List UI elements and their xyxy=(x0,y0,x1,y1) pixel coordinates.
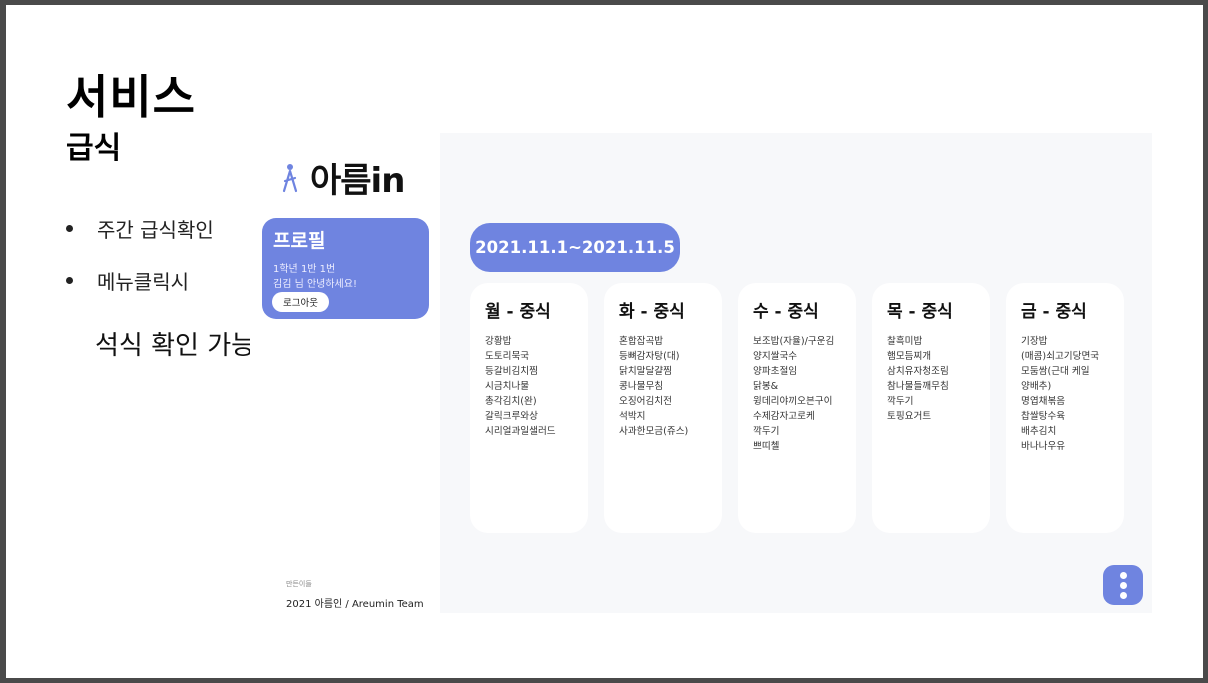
day-title: 수 - 중식 xyxy=(753,302,819,322)
slide-subtitle: 급식 xyxy=(66,131,122,166)
day-title: 목 - 중식 xyxy=(887,302,953,322)
profile-class: 1학년 1반 1번 xyxy=(273,264,336,275)
app-logo[interactable]: 아름in xyxy=(280,153,405,202)
menu-item: 명엽채볶음 xyxy=(1021,396,1066,407)
footer-label: 만든이들 xyxy=(286,580,312,588)
menu-item: 깍두기 xyxy=(887,396,914,407)
person-logo-icon xyxy=(282,163,298,192)
day-title: 화 - 중식 xyxy=(619,302,685,322)
menu-item: 갈릭크루와상 xyxy=(485,411,538,422)
menu-item: 토핑요거트 xyxy=(887,411,932,422)
menu-item: 시금치나물 xyxy=(485,381,530,392)
menu-item: 모둠쌈(근대 케일 xyxy=(1021,366,1090,377)
menu-item: 양배추) xyxy=(1021,381,1052,392)
menu-item: 참나물들깨무침 xyxy=(887,381,949,392)
menu-item: 기장밥 xyxy=(1021,336,1048,347)
menu-item: 찹쌀탕수육 xyxy=(1021,411,1066,422)
logo-text: 아름in xyxy=(310,161,405,201)
menu-item: 혼합잡곡밥 xyxy=(619,336,664,347)
dinner-note: 석식 확인 가능 xyxy=(95,331,256,361)
menu-item: 깍두기 xyxy=(753,426,780,437)
bullet-text: 주간 급식확인 xyxy=(97,217,214,242)
menu-item: 양파초절임 xyxy=(753,366,798,377)
menu-item: 사과한모금(쥬스) xyxy=(619,426,689,437)
more-menu-button[interactable] xyxy=(1103,565,1143,605)
day-title: 월 - 중식 xyxy=(485,302,551,322)
menu-item: 등뼈감자탕(대) xyxy=(619,351,680,362)
menu-item: 삼치유자청조림 xyxy=(887,366,949,377)
menu-item: 보조밥(자율)/구운김 xyxy=(753,336,835,347)
profile-card: 프로필 1학년 1반 1번 김김 님 안녕하세요! 로그아웃 xyxy=(262,218,429,319)
menu-item: 닭봉& xyxy=(753,381,779,392)
menu-item: 배추김치 xyxy=(1021,426,1057,437)
day-card-mon[interactable]: 월 - 중식 강황밥 도토리묵국 등갈비김치찜 시금치나물 총각김치(완) 갈릭… xyxy=(470,283,588,533)
menu-item: (매콤)쇠고기당면국 xyxy=(1021,351,1100,362)
bullet-dot-icon xyxy=(66,224,73,232)
day-cards: 월 - 중식 강황밥 도토리묵국 등갈비김치찜 시금치나물 총각김치(완) 갈릭… xyxy=(470,283,1140,533)
menu-item: 쁘띠첼 xyxy=(753,441,780,452)
menu-item: 오징어김치전 xyxy=(619,396,672,407)
day-card-thu[interactable]: 목 - 중식 찰흑미밥 햄모듬찌개 삼치유자청조림 참나물들깨무침 깍두기 토핑… xyxy=(872,283,990,533)
slide-title: 서비스 xyxy=(66,70,196,124)
menu-item: 수제감자고로케 xyxy=(753,411,815,422)
menu-item: 양지쌀국수 xyxy=(753,351,798,362)
bullet-dot-icon xyxy=(66,276,73,284)
more-dots-icon xyxy=(1119,581,1127,589)
bullet-list: 주간 급식확인 메뉴클릭시 xyxy=(66,215,214,319)
app-sidebar: 아름in 프로필 1학년 1반 1번 김김 님 안녕하세요! 로그아웃 만든이들… xyxy=(250,133,440,613)
app-screenshot: 아름in 프로필 1학년 1반 1번 김김 님 안녕하세요! 로그아웃 만든이들… xyxy=(250,133,1152,613)
profile-title: 프로필 xyxy=(273,230,326,252)
day-title: 금 - 중식 xyxy=(1021,302,1087,322)
day-card-tue[interactable]: 화 - 중식 혼합잡곡밥 등뼈감자탕(대) 닭치말달걀찜 콩나물무침 오징어김치… xyxy=(604,283,722,533)
bullet-item: 메뉴클릭시 xyxy=(66,267,214,294)
menu-item: 강황밥 xyxy=(485,336,512,347)
footer-team: 2021 아름인 / Areumin Team xyxy=(286,599,424,610)
menu-item: 바나나우유 xyxy=(1021,441,1066,452)
meal-main-panel: 2021.11.1~2021.11.5 월 - 중식 강황밥 도토리묵국 등갈비… xyxy=(440,133,1152,613)
bullet-item: 주간 급식확인 xyxy=(66,215,214,242)
menu-item: 햄모듬찌개 xyxy=(887,351,932,362)
logout-button[interactable]: 로그아웃 xyxy=(272,292,329,312)
menu-item: 석박지 xyxy=(619,411,646,422)
menu-item: 총각김치(완) xyxy=(485,396,537,407)
more-dots-icon xyxy=(1119,571,1127,579)
more-dots-icon xyxy=(1119,591,1127,599)
day-card-fri[interactable]: 금 - 중식 기장밥 (매콤)쇠고기당면국 모둠쌈(근대 케일 양배추) 명엽채… xyxy=(1006,283,1124,533)
bullet-text: 메뉴클릭시 xyxy=(97,269,189,294)
menu-item: 시리얼과일샐러드 xyxy=(485,426,556,437)
menu-item: 콩나물무침 xyxy=(619,381,664,392)
menu-item: 윙데리야끼오븐구이 xyxy=(753,396,833,407)
menu-item: 등갈비김치찜 xyxy=(485,366,538,377)
profile-greeting: 김김 님 안녕하세요! xyxy=(273,279,357,290)
week-range-badge: 2021.11.1~2021.11.5 xyxy=(470,223,680,272)
menu-item: 도토리묵국 xyxy=(485,351,530,362)
menu-item: 닭치말달걀찜 xyxy=(619,366,672,377)
menu-item: 찰흑미밥 xyxy=(887,336,923,347)
day-card-wed[interactable]: 수 - 중식 보조밥(자율)/구운김 양지쌀국수 양파초절임 닭봉& 윙데리야끼… xyxy=(738,283,856,533)
